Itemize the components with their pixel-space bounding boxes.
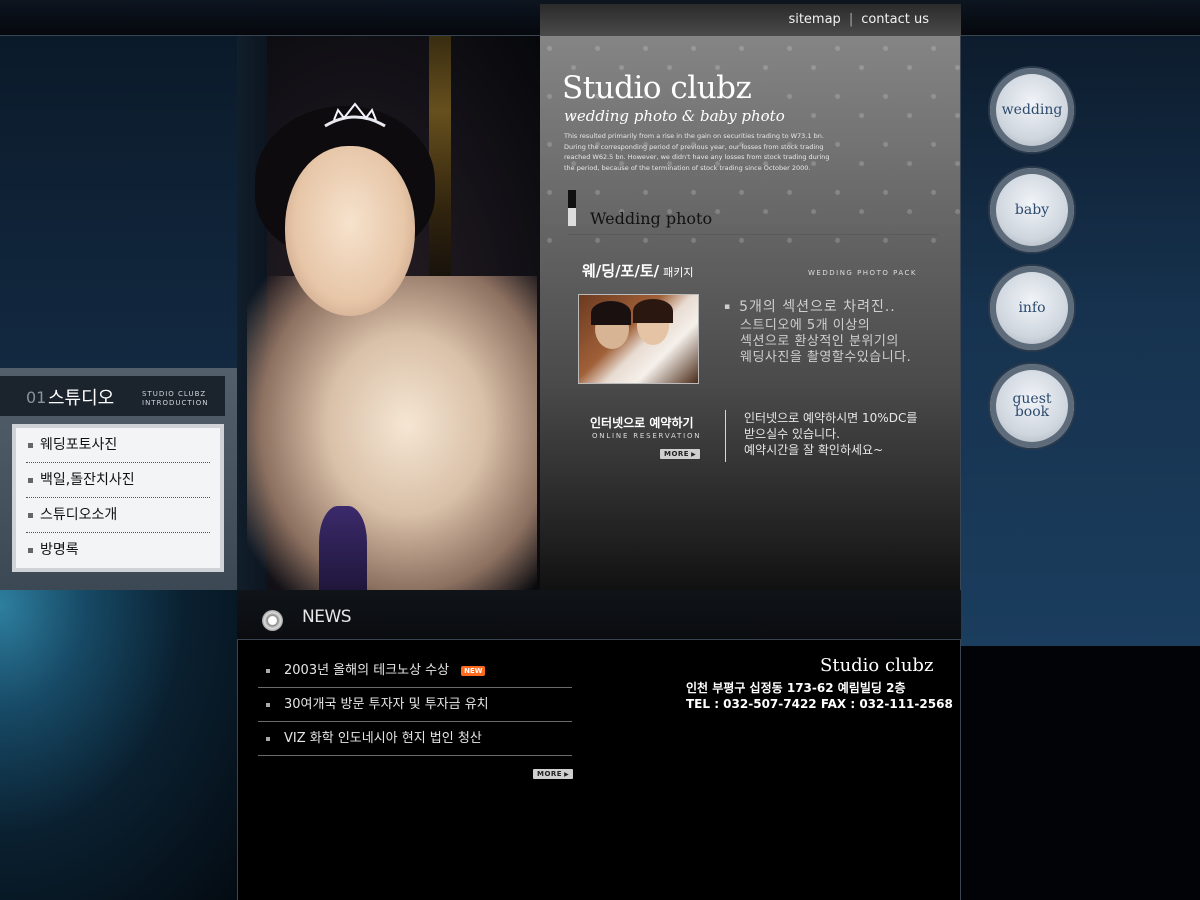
- studio-menu-list: 웨딩포토사진 백일,돌잔치사진 스튜디오소개 방명록: [12, 424, 224, 572]
- menu-item-guestbook[interactable]: 방명록: [26, 533, 210, 568]
- contact-link[interactable]: contact us: [861, 12, 929, 27]
- tiara-icon: [324, 102, 386, 128]
- nav-guestbook-button[interactable]: guest book: [990, 364, 1074, 448]
- reservation-body: 인터넷으로 예약하시면 10%DC를 받으실수 있습니다. 예약시간을 잘 확인…: [744, 410, 917, 458]
- news-list: 2003년 올해의 테크노상 수상 NEW 30여개국 방문 투자자 및 투자금 …: [258, 654, 572, 756]
- menu-item-studio-intro[interactable]: 스튜디오소개: [26, 498, 210, 533]
- photo-veil: [247, 276, 537, 590]
- package-body-line: 스트디오에 5개 이상의: [740, 318, 871, 333]
- reservation-more-button[interactable]: MORE: [660, 449, 701, 459]
- package-title: 웨/딩/포/토/패키지: [582, 260, 694, 281]
- footer-address: 인천 부평구 십정동 173-62 예림빌딩 2층: [686, 681, 906, 695]
- sitemap-link[interactable]: sitemap: [788, 12, 840, 27]
- photo-dress: [319, 506, 367, 590]
- studio-menu-title: 스튜디오: [48, 388, 115, 409]
- studio-menu-title-en: STUDIO CLUBZ INTRODUCTION: [142, 390, 208, 408]
- news-title: NEWS: [302, 607, 352, 627]
- reservation-title[interactable]: 인터넷으로 예약하기: [590, 414, 694, 431]
- section-title: Wedding photo: [590, 209, 713, 228]
- package-body-line: 섹션으로 환상적인 분위기의: [740, 334, 899, 349]
- bullet-icon: ▪: [724, 302, 732, 312]
- nav-guestbook-label: guest book: [1012, 392, 1051, 420]
- brand-description: This resulted primarily from a rise in t…: [564, 132, 830, 172]
- package-title-suffix: 패키지: [663, 266, 694, 279]
- divider-right: [960, 36, 961, 900]
- new-badge: NEW: [461, 665, 486, 676]
- reservation-title-en: ONLINE RESERVATION: [592, 432, 702, 440]
- content-panel: sitemap | contact us Studio clubz wedding …: [540, 4, 961, 590]
- package-title-en: WEDDING PHOTO PACK: [808, 269, 917, 277]
- news-item-text: 30여개국 방문 투자자 및 투자금 유치: [284, 697, 489, 712]
- thumb-hair-1: [591, 301, 631, 325]
- brand-logo: Studio clubz: [562, 70, 752, 106]
- nav-baby-button[interactable]: baby: [990, 168, 1074, 252]
- studio-menu-en-line1: STUDIO CLUBZ: [142, 390, 207, 398]
- reservation-divider: [725, 410, 726, 462]
- package-heading-text: 5개의 섹션으로 차려진..: [739, 299, 896, 315]
- reservation-body-line: 받으실수 있습니다.: [744, 427, 840, 441]
- studio-menu-number: 01: [26, 388, 47, 407]
- news-more-button[interactable]: MORE: [533, 769, 574, 779]
- footer-contact: TEL : 032-507-7422 FAX : 032-111-2568: [686, 697, 953, 711]
- news-item[interactable]: VIZ 화학 인도네시아 현지 법인 청산: [258, 722, 572, 756]
- news-item[interactable]: 2003년 올해의 테크노상 수상 NEW: [258, 654, 572, 688]
- nav-wedding-button[interactable]: wedding: [990, 68, 1074, 152]
- couple-thumbnail[interactable]: [578, 294, 699, 384]
- news-item[interactable]: 30여개국 방문 투자자 및 투자금 유치: [258, 688, 572, 722]
- menu-item-baby-photo[interactable]: 백일,돌잔치사진: [26, 463, 210, 498]
- top-links: sitemap | contact us: [788, 12, 929, 27]
- reservation-body-line: 인터넷으로 예약하시면 10%DC를: [744, 411, 918, 425]
- left-bottom-background: [0, 590, 237, 900]
- section-rule: [568, 234, 938, 235]
- package-body: 스트디오에 5개 이상의 섹션으로 환상적인 분위기의 웨딩사진을 촬영할수있습…: [740, 318, 911, 366]
- main-bride-photo: [237, 36, 540, 590]
- nav-guestbook-line2: book: [1014, 404, 1050, 420]
- news-item-text: 2003년 올해의 테크노상 수상: [284, 663, 450, 678]
- news-item-text: VIZ 화학 인도네시아 현지 법인 청산: [284, 731, 482, 746]
- nav-info-button[interactable]: info: [990, 266, 1074, 350]
- right-bottom-background: [961, 646, 1200, 900]
- studio-menu-en-line2: INTRODUCTION: [142, 399, 209, 407]
- photo-neon-sign: [429, 36, 451, 286]
- top-links-separator: |: [848, 12, 854, 27]
- brand-tagline: wedding photo & baby photo: [564, 107, 785, 125]
- news-bullet-icon: [262, 610, 283, 631]
- thumb-hair-2: [633, 299, 673, 323]
- package-heading: ▪ 5개의 섹션으로 차려진..: [724, 296, 896, 316]
- reservation-body-line: 예약시간을 잘 확인하세요~: [744, 443, 884, 457]
- package-title-main: 웨/딩/포/토/: [582, 262, 660, 280]
- section-marker: [568, 190, 576, 226]
- package-body-line: 웨딩사진을 촬영할수있습니다.: [740, 350, 912, 365]
- footer-brand: Studio clubz: [820, 655, 934, 676]
- menu-item-wedding-photo[interactable]: 웨딩포토사진: [26, 428, 210, 463]
- photo-face: [285, 146, 415, 316]
